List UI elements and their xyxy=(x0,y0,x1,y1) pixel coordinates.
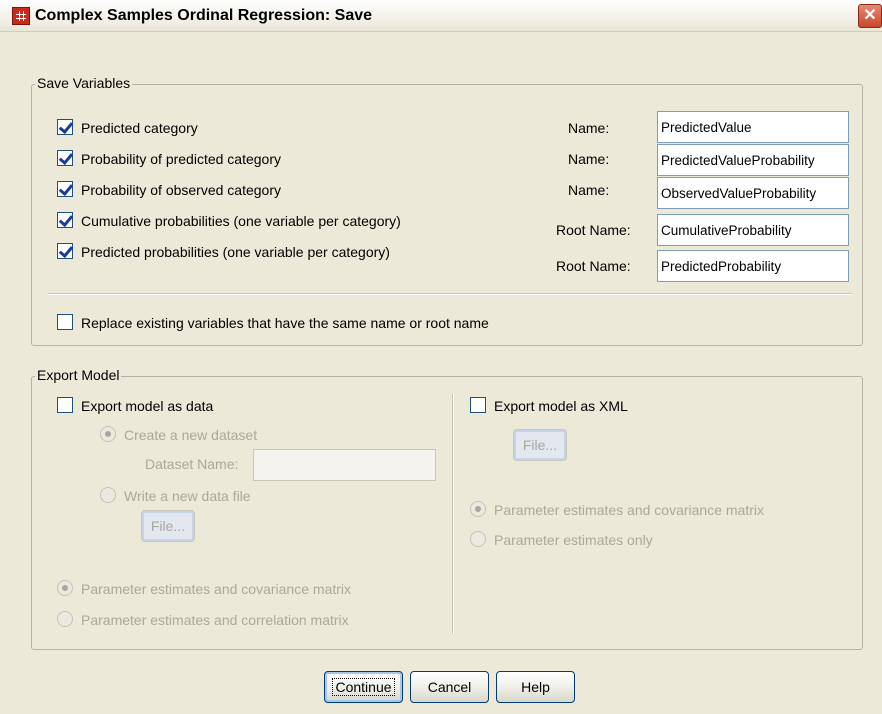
predicted-category-label: Predicted category xyxy=(81,120,198,136)
probability-observed-label: Probability of observed category xyxy=(81,182,281,198)
xml-file-button[interactable]: File... xyxy=(513,429,567,461)
export-model-divider xyxy=(452,394,454,634)
cumulative-probabilities-rootname-label: Root Name: xyxy=(556,222,631,238)
probability-observed-name-label: Name: xyxy=(568,182,610,198)
predicted-category-checkbox[interactable] xyxy=(57,119,73,135)
predicted-category-name-input[interactable]: PredictedValue xyxy=(657,111,849,143)
replace-existing-label: Replace existing variables that have the… xyxy=(81,315,489,331)
export-as-xml-label: Export model as XML xyxy=(494,398,628,414)
export-as-data-checkbox[interactable] xyxy=(57,397,73,413)
probability-observed-checkbox[interactable] xyxy=(57,181,73,197)
data-param-corr-label: Parameter estimates and correlation matr… xyxy=(81,612,349,628)
predicted-probabilities-rootname-label: Root Name: xyxy=(556,258,631,274)
predicted-probabilities-checkbox[interactable] xyxy=(57,243,73,259)
probability-predicted-name-label: Name: xyxy=(568,151,610,167)
app-grid-icon xyxy=(12,7,30,25)
cumulative-probabilities-checkbox[interactable] xyxy=(57,212,73,228)
export-as-data-label: Export model as data xyxy=(81,398,214,414)
write-new-data-file-radio[interactable] xyxy=(100,487,116,503)
dataset-name-input[interactable] xyxy=(253,449,436,481)
predicted-probabilities-rootname-input[interactable]: PredictedProbability xyxy=(657,250,849,282)
continue-button[interactable]: Continue xyxy=(324,671,403,703)
export-model-legend: Export Model xyxy=(35,367,122,383)
probability-observed-name-input[interactable]: ObservedValueProbability xyxy=(657,177,849,209)
continue-button-label: Continue xyxy=(332,678,395,696)
write-new-data-file-label: Write a new data file xyxy=(124,488,251,504)
export-as-xml-checkbox[interactable] xyxy=(470,397,486,413)
xml-file-button-label: File... xyxy=(522,437,558,453)
save-variables-separator xyxy=(48,293,852,295)
help-button[interactable]: Help xyxy=(496,671,575,703)
xml-param-cov-radio[interactable] xyxy=(470,501,486,517)
close-icon[interactable]: ✕ xyxy=(858,4,882,28)
cancel-button-label: Cancel xyxy=(427,679,472,695)
xml-param-cov-label: Parameter estimates and covariance matri… xyxy=(494,502,764,518)
create-new-dataset-radio[interactable] xyxy=(100,426,116,442)
data-param-cov-label: Parameter estimates and covariance matri… xyxy=(81,581,351,597)
data-param-corr-radio[interactable] xyxy=(57,611,73,627)
dataset-name-label: Dataset Name: xyxy=(145,456,239,472)
data-file-button[interactable]: File... xyxy=(141,510,195,542)
window-title: Complex Samples Ordinal Regression: Save xyxy=(35,7,373,24)
probability-predicted-label: Probability of predicted category xyxy=(81,151,281,167)
data-param-cov-radio[interactable] xyxy=(57,580,73,596)
title-bar: Complex Samples Ordinal Regression: Save… xyxy=(0,0,882,32)
xml-param-only-label: Parameter estimates only xyxy=(494,532,653,548)
predicted-category-name-label: Name: xyxy=(568,120,610,136)
xml-param-only-radio[interactable] xyxy=(470,531,486,547)
probability-predicted-name-input[interactable]: PredictedValueProbability xyxy=(657,144,849,176)
cancel-button[interactable]: Cancel xyxy=(410,671,489,703)
create-new-dataset-label: Create a new dataset xyxy=(124,427,258,443)
cumulative-probabilities-rootname-input[interactable]: CumulativeProbability xyxy=(657,214,849,246)
probability-predicted-checkbox[interactable] xyxy=(57,150,73,166)
save-variables-legend: Save Variables xyxy=(35,75,133,91)
data-file-button-label: File... xyxy=(150,518,186,534)
cumulative-probabilities-label: Cumulative probabilities (one variable p… xyxy=(81,213,401,229)
replace-existing-checkbox[interactable] xyxy=(57,314,73,330)
predicted-probabilities-label: Predicted probabilities (one variable pe… xyxy=(81,244,390,260)
help-button-label: Help xyxy=(521,679,550,695)
